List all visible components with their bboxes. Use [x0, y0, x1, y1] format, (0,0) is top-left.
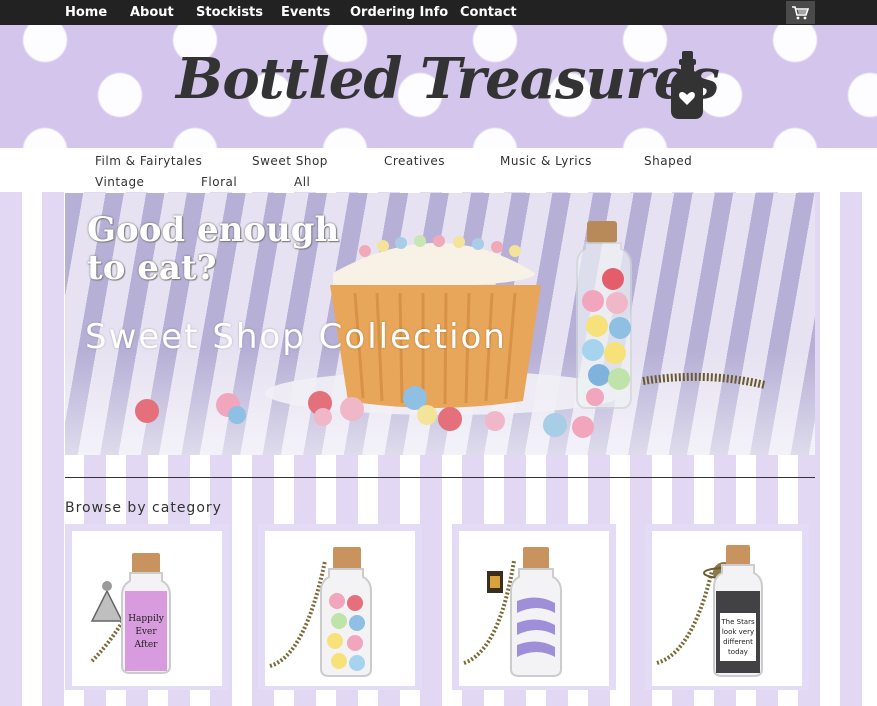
bottle-necklace-image — [463, 547, 562, 677]
bottle-necklace-image — [269, 547, 372, 677]
category-card-image: Happily Ever After — [72, 531, 222, 686]
category-card-image — [459, 531, 609, 686]
category-nav: Film & Fairytales Sweet Shop Creatives M… — [0, 148, 877, 192]
nav-about[interactable]: About — [130, 5, 174, 20]
hero-subtitle: Sweet Shop Collection — [85, 317, 507, 357]
hero-title: Good enough to eat? — [87, 210, 340, 288]
bottle-label-line: Happily — [128, 614, 164, 624]
cart-button[interactable] — [786, 1, 815, 24]
category-film-fairytales[interactable]: Film & Fairytales — [95, 154, 202, 168]
nav-stockists[interactable]: Stockists — [196, 5, 263, 20]
hero-banner[interactable]: Good enough to eat? Sweet Shop Collectio… — [65, 193, 815, 455]
bottle-necklace-image: The Stars look very different today — [656, 545, 763, 677]
nav-contact[interactable]: Contact — [460, 5, 517, 20]
site-logo[interactable]: Bottled Treasures — [176, 51, 720, 107]
shopping-cart-icon — [791, 5, 809, 19]
bottle-label-line: After — [134, 640, 159, 650]
category-all[interactable]: All — [294, 175, 310, 189]
bottle-label-line: different — [723, 638, 753, 646]
nav-ordering-info[interactable]: Ordering Info — [350, 5, 448, 20]
category-music-lyrics[interactable]: Music & Lyrics — [500, 154, 592, 168]
category-card-creatives[interactable] — [452, 524, 616, 690]
category-card-sweet-shop[interactable] — [258, 524, 422, 690]
category-card-image — [265, 531, 415, 686]
browse-heading: Browse by category — [65, 500, 222, 516]
site-header: Bottled Treasures — [0, 25, 877, 148]
bottle-heart-icon — [671, 51, 703, 119]
category-card-film-fairytales[interactable]: Happily Ever After — [65, 524, 229, 690]
nav-events[interactable]: Events — [281, 5, 330, 20]
bottle-necklace-image: Happily Ever After — [90, 553, 171, 674]
bottle-label-line: today — [728, 648, 748, 656]
bottle-label-line: look very — [722, 628, 754, 636]
category-card-image: The Stars look very different today — [652, 531, 802, 686]
bottle-label-line: Ever — [135, 627, 157, 637]
category-vintage[interactable]: Vintage — [95, 175, 144, 189]
top-nav: Home About Stockists Events Ordering Inf… — [0, 0, 877, 25]
category-floral[interactable]: Floral — [201, 175, 237, 189]
category-card-music-lyrics[interactable]: The Stars look very different today — [645, 524, 809, 690]
nav-home[interactable]: Home — [65, 5, 107, 20]
category-creatives[interactable]: Creatives — [384, 154, 445, 168]
category-shaped[interactable]: Shaped — [644, 154, 692, 168]
section-divider — [65, 477, 815, 478]
category-sweet-shop[interactable]: Sweet Shop — [252, 154, 328, 168]
bottle-label-line: The Stars — [720, 618, 755, 626]
